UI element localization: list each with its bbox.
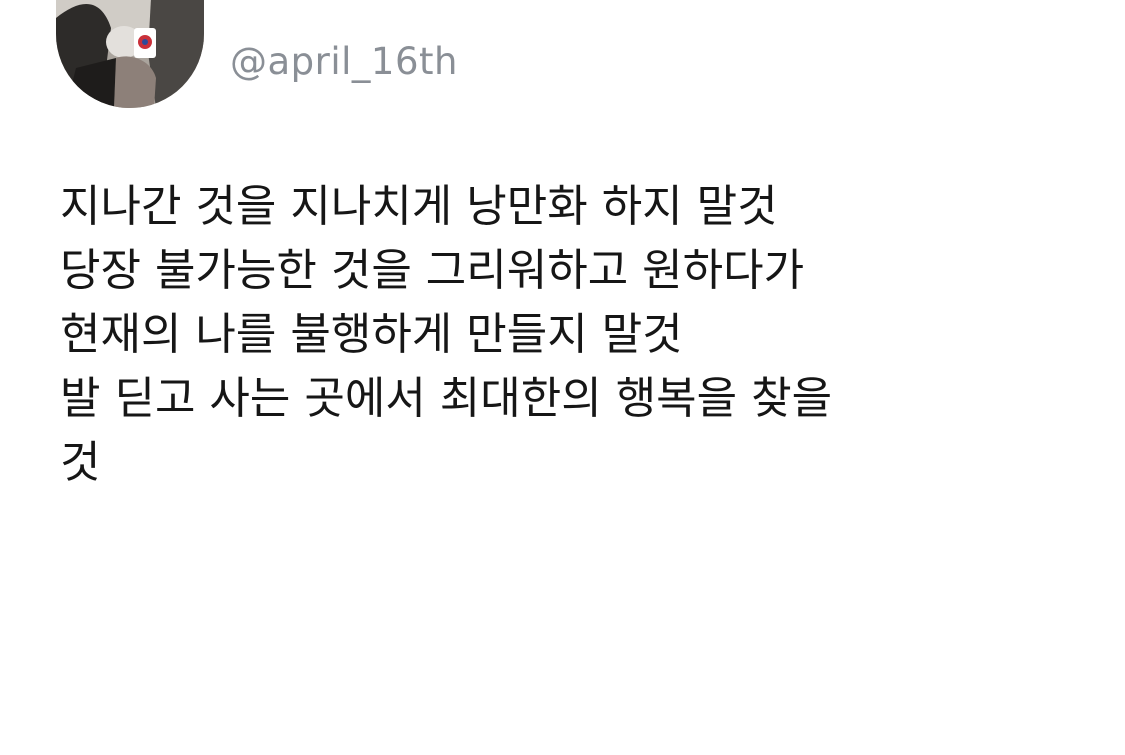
tweet-text-line: 것 xyxy=(60,437,101,488)
tweet-text-line: 발 딛고 사는 곳에서 최대한의 행복을 찾을 xyxy=(60,373,833,424)
tweet-body: 지나간 것을 지나치게 낭만화 하지 말것 당장 불가능한 것을 그리워하고 원… xyxy=(60,175,1080,495)
tweet-text-line: 현재의 나를 불행하게 만들지 말것 xyxy=(60,309,683,360)
tweet-card: @april_16th 지나간 것을 지나치게 낭만화 하지 말것 당장 불가능… xyxy=(0,0,1125,755)
user-handle[interactable]: @april_16th xyxy=(230,40,458,84)
profile-avatar-icon[interactable] xyxy=(56,0,204,108)
tweet-text-line: 지나간 것을 지나치게 낭만화 하지 말것 xyxy=(60,181,778,232)
tweet-text-line: 당장 불가능한 것을 그리워하고 원하다가 xyxy=(60,245,805,296)
